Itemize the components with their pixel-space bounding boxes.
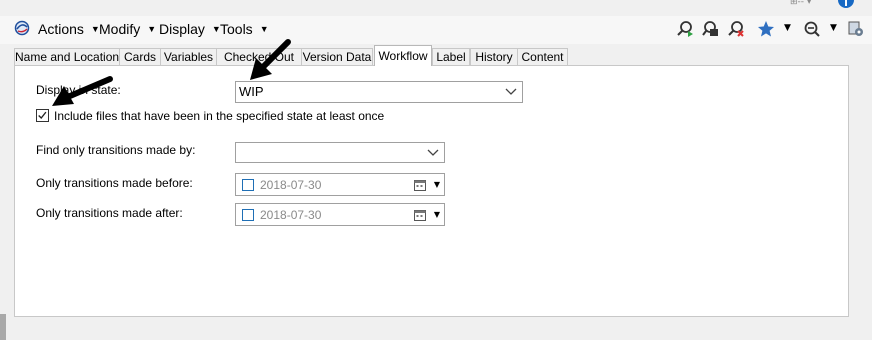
menu-actions[interactable]: Actions ▼ bbox=[38, 21, 100, 37]
annotation-arrow-icon bbox=[52, 76, 113, 106]
checkmark-icon bbox=[38, 111, 47, 120]
state-dropdown-value: WIP bbox=[239, 84, 264, 99]
after-date-value: 2018-07-30 bbox=[260, 208, 322, 222]
menu-modify-label: Modify bbox=[99, 21, 141, 37]
status-bar bbox=[0, 322, 872, 340]
menu-bar: Actions ▼ Modify ▼ Display ▼ Tools ▼ ▼ ▼ bbox=[0, 16, 872, 44]
include-files-checkbox[interactable] bbox=[36, 109, 49, 122]
search-remove-icon[interactable] bbox=[727, 20, 745, 38]
settings-icon[interactable] bbox=[847, 20, 865, 38]
before-date-caret-icon[interactable]: ▼ bbox=[434, 180, 440, 189]
chevron-down-icon bbox=[427, 149, 439, 156]
before-label: Only transitions made before: bbox=[36, 176, 193, 190]
menu-display-label: Display bbox=[159, 21, 205, 37]
menu-display[interactable]: Display ▼ bbox=[159, 21, 221, 37]
transitions-by-label: Find only transitions made by: bbox=[36, 143, 196, 157]
tab-name-and-location[interactable]: Name and Location bbox=[14, 48, 120, 65]
app-logo-icon[interactable] bbox=[14, 20, 30, 36]
menu-tools-caret: ▼ bbox=[259, 24, 269, 34]
after-date-picker[interactable]: 2018-07-30 ▼ bbox=[235, 203, 445, 226]
tab-cards[interactable]: Cards bbox=[119, 48, 161, 65]
window-controls-ghost: ⊞-- ▾ bbox=[790, 0, 812, 7]
before-date-picker[interactable]: 2018-07-30 ▼ bbox=[235, 173, 445, 196]
title-strip: ⊞-- ▾ bbox=[0, 0, 872, 14]
favorites-star-icon[interactable] bbox=[757, 20, 775, 38]
include-files-label: Include files that have been in the spec… bbox=[54, 109, 385, 123]
tab-history[interactable]: History bbox=[470, 48, 518, 65]
menu-tools[interactable]: Tools ▼ bbox=[220, 21, 269, 37]
locked-search-icon[interactable] bbox=[701, 20, 719, 38]
tab-workflow[interactable]: Workflow bbox=[374, 45, 432, 66]
menu-modify[interactable]: Modify ▼ bbox=[99, 21, 156, 37]
search-green-icon[interactable] bbox=[676, 20, 694, 38]
zoom-caret-icon[interactable]: ▼ bbox=[830, 23, 837, 33]
menu-modify-caret: ▼ bbox=[147, 24, 157, 34]
menu-actions-label: Actions bbox=[38, 21, 84, 37]
before-date-value: 2018-07-30 bbox=[260, 178, 322, 192]
chevron-down-icon bbox=[505, 88, 517, 95]
state-dropdown[interactable]: WIP bbox=[235, 81, 523, 103]
after-date-caret-icon[interactable]: ▼ bbox=[434, 210, 440, 219]
after-label: Only transitions made after: bbox=[36, 206, 183, 220]
tab-content[interactable]: Content bbox=[517, 48, 568, 65]
favorites-caret-icon[interactable]: ▼ bbox=[784, 23, 791, 33]
transitions-by-dropdown[interactable] bbox=[235, 142, 445, 163]
tab-version-data[interactable]: Version Data bbox=[301, 48, 373, 65]
zoom-icon[interactable] bbox=[803, 20, 821, 38]
tab-label[interactable]: Label bbox=[432, 48, 470, 65]
calendar-icon[interactable] bbox=[414, 209, 426, 221]
after-enable-checkbox[interactable] bbox=[242, 209, 254, 221]
window-edge bbox=[0, 314, 6, 340]
calendar-icon[interactable] bbox=[414, 179, 426, 191]
tab-variables[interactable]: Variables bbox=[160, 48, 217, 65]
menu-tools-label: Tools bbox=[220, 21, 253, 37]
before-enable-checkbox[interactable] bbox=[242, 179, 254, 191]
annotation-arrow-icon bbox=[250, 39, 291, 80]
